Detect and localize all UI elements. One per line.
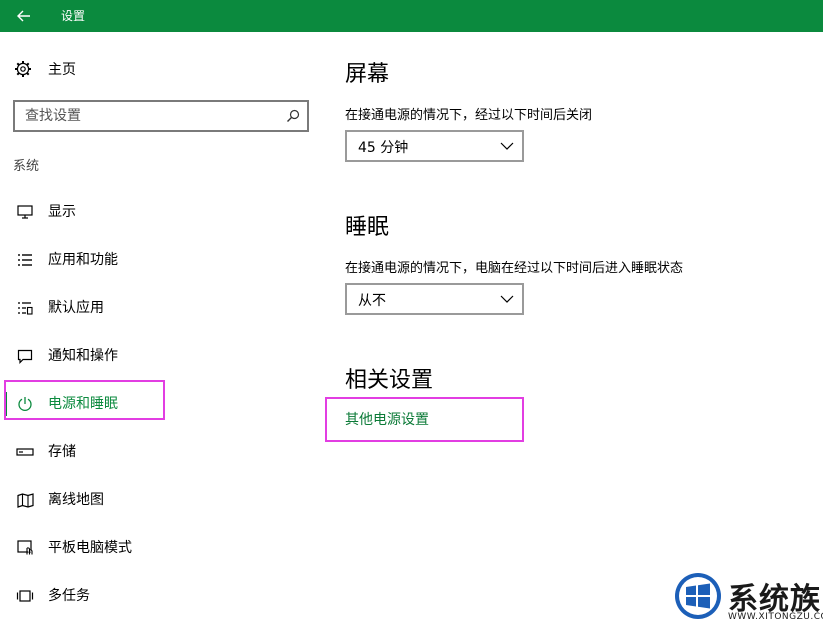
home-label: 主页 bbox=[48, 62, 76, 78]
chevron-down-icon bbox=[500, 142, 514, 150]
storage-icon bbox=[16, 444, 34, 460]
back-button[interactable] bbox=[0, 0, 48, 32]
screen-off-value: 45 分钟 bbox=[358, 140, 409, 156]
sleep-heading: 睡眠 bbox=[345, 215, 390, 240]
highlight-box-power-sleep bbox=[4, 380, 165, 420]
search-icon[interactable] bbox=[286, 109, 300, 123]
chevron-down-icon bbox=[500, 295, 514, 303]
notification-icon bbox=[16, 348, 34, 364]
sidebar-item-notifications[interactable]: 通知和操作 bbox=[0, 341, 300, 371]
arrow-left-icon bbox=[17, 10, 30, 22]
map-icon bbox=[16, 492, 34, 508]
sidebar-item-label: 多任务 bbox=[48, 588, 90, 604]
sidebar-item-label: 通知和操作 bbox=[48, 348, 118, 364]
sidebar-item-apps-features[interactable]: 应用和功能 bbox=[0, 245, 300, 275]
search-input[interactable] bbox=[15, 102, 275, 130]
group-label: 系统 bbox=[13, 159, 40, 174]
watermark-url: WWW.XITONGZU.COM bbox=[728, 612, 823, 622]
highlight-box-power-link bbox=[325, 397, 524, 442]
sidebar-item-label: 应用和功能 bbox=[48, 252, 118, 268]
sleep-dropdown[interactable]: 从不 bbox=[345, 283, 524, 315]
sidebar-item-label: 存储 bbox=[48, 444, 76, 460]
default-apps-icon bbox=[16, 300, 34, 316]
window-title: 设置 bbox=[61, 9, 86, 23]
sleep-value: 从不 bbox=[358, 293, 386, 309]
search-box[interactable] bbox=[13, 100, 309, 132]
gear-icon bbox=[15, 61, 31, 77]
sidebar-item-storage[interactable]: 存储 bbox=[0, 437, 300, 467]
sidebar-item-default-apps[interactable]: 默认应用 bbox=[0, 293, 300, 323]
sidebar-item-label: 默认应用 bbox=[48, 300, 104, 316]
monitor-icon bbox=[16, 204, 34, 220]
title-bar: 设置 bbox=[0, 0, 823, 32]
sidebar-item-label: 显示 bbox=[48, 204, 76, 220]
screen-description: 在接通电源的情况下，经过以下时间后关闭 bbox=[345, 108, 593, 123]
sidebar-item-tablet-mode[interactable]: 平板电脑模式 bbox=[0, 533, 300, 563]
app-list-icon bbox=[16, 252, 34, 268]
multitask-icon bbox=[16, 588, 34, 604]
screen-off-dropdown[interactable]: 45 分钟 bbox=[345, 130, 524, 162]
sidebar-item-display[interactable]: 显示 bbox=[0, 197, 300, 227]
tablet-mode-icon bbox=[16, 540, 34, 556]
sidebar-item-label: 平板电脑模式 bbox=[48, 540, 132, 556]
home-nav-item[interactable]: 主页 bbox=[14, 56, 76, 82]
sidebar-item-offline-maps[interactable]: 离线地图 bbox=[0, 485, 300, 515]
screen-heading: 屏幕 bbox=[345, 62, 390, 87]
windows-logo-icon bbox=[675, 573, 721, 619]
related-settings-heading: 相关设置 bbox=[345, 368, 434, 393]
sleep-description: 在接通电源的情况下，电脑在经过以下时间后进入睡眠状态 bbox=[345, 261, 684, 276]
sidebar-item-multitasking[interactable]: 多任务 bbox=[0, 581, 300, 611]
sidebar-item-label: 离线地图 bbox=[48, 492, 104, 508]
